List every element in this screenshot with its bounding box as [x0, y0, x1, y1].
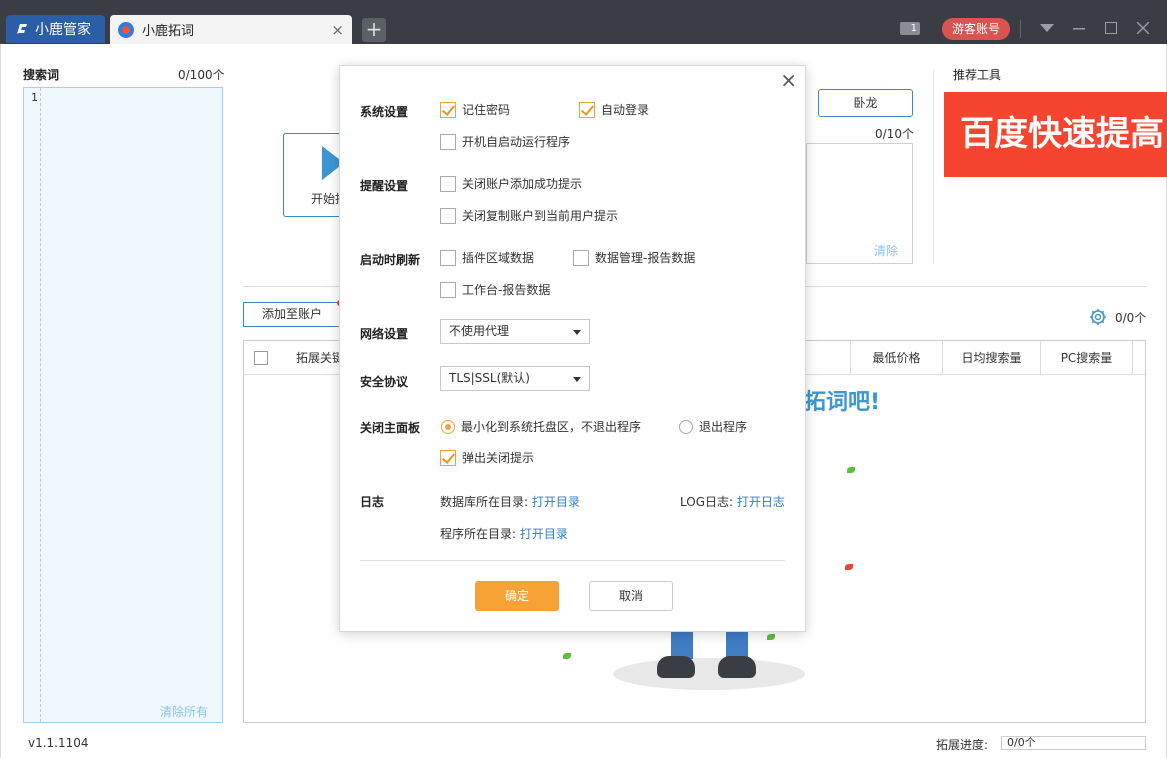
plugin-area-checkbox[interactable]: 插件区域数据	[440, 249, 534, 266]
brand-name: 小鹿管家	[35, 22, 91, 38]
close-add-success-checkbox[interactable]: 关闭账户添加成功提示	[440, 175, 582, 192]
radio-selected[interactable]	[441, 419, 455, 434]
popup-close-tip-checkbox[interactable]: 弹出关闭提示	[440, 449, 534, 466]
maximize-icon[interactable]	[1098, 16, 1124, 42]
empty-state-message: 拓词吧!	[804, 390, 881, 415]
title-bar: 小鹿管家 小鹿拓词 × + 1 游客账号	[0, 0, 1167, 44]
guest-account-button[interactable]: 游客账号	[942, 18, 1010, 40]
new-tab-button[interactable]: +	[362, 18, 386, 42]
open-log-link[interactable]: 打开日志	[737, 495, 785, 509]
leaf-decoration	[845, 564, 853, 570]
close-window-icon[interactable]	[1130, 16, 1156, 42]
close-tab-icon[interactable]: ×	[331, 21, 344, 39]
mascot-leg	[726, 629, 748, 659]
proxy-select[interactable]: 不使用代理	[440, 319, 590, 344]
brand-logo-icon	[17, 24, 27, 34]
recommend-tools-title: 推荐工具	[953, 68, 1002, 82]
checkbox[interactable]	[440, 133, 456, 150]
search-words-input[interactable]: 1 清除所有	[23, 87, 223, 723]
add-to-account-button[interactable]: 添加至账户	[243, 302, 341, 327]
leaf-decoration	[563, 653, 571, 659]
minimize-icon[interactable]	[1066, 16, 1092, 42]
checkbox-checked[interactable]	[440, 101, 456, 118]
protocol-select[interactable]: TLS|SSL(默认)	[440, 366, 590, 391]
column-header[interactable]: 日均搜索量	[942, 341, 1040, 375]
seed-count: 0/10个	[875, 127, 914, 141]
db-dir-row: 数据库所在目录: 打开目录	[440, 495, 580, 509]
open-program-dir-link[interactable]: 打开目录	[520, 527, 568, 541]
clear-all-link[interactable]: 清除所有	[160, 703, 208, 720]
checkbox[interactable]	[440, 207, 456, 224]
radio[interactable]	[679, 419, 693, 434]
mascot-shadow	[613, 658, 805, 690]
mascot-leg	[671, 629, 693, 659]
log-row: LOG日志: 打开日志	[680, 495, 785, 509]
checkbox[interactable]	[440, 281, 456, 298]
checkbox[interactable]	[573, 249, 589, 266]
settings-dialog: × 系统设置 记住密码 自动登录 开机自启动运行程序 提醒设置 关闭账户添加成功…	[339, 65, 806, 632]
reminder-settings-label: 提醒设置	[360, 179, 409, 193]
data-mgmt-report-checkbox[interactable]: 数据管理-报告数据	[573, 249, 695, 266]
network-settings-label: 网络设置	[360, 327, 409, 341]
program-dir-row: 程序所在目录: 打开目录	[440, 527, 568, 541]
open-db-dir-link[interactable]: 打开目录	[532, 495, 580, 509]
clear-link[interactable]: 清除	[874, 242, 898, 259]
checkbox[interactable]	[440, 249, 456, 266]
cancel-button[interactable]: 取消	[589, 581, 673, 611]
minimize-to-tray-radio[interactable]: 最小化到系统托盘区，不退出程序	[441, 418, 641, 435]
ok-button[interactable]: 确定	[475, 581, 559, 611]
checkbox-checked[interactable]	[440, 449, 456, 466]
leaf-decoration	[847, 467, 855, 473]
search-words-title: 搜索词	[23, 68, 60, 82]
progress-bar: 0/0个	[1001, 736, 1146, 750]
close-copy-account-checkbox[interactable]: 关闭复制账户到当前用户提示	[440, 207, 618, 224]
column-header[interactable]: 最低价格	[850, 341, 942, 375]
auto-start-checkbox[interactable]: 开机自启动运行程序	[440, 133, 570, 150]
gear-icon[interactable]	[1089, 308, 1107, 326]
divider	[933, 70, 934, 264]
refresh-on-start-label: 启动时刷新	[360, 253, 421, 267]
progress-label: 拓展进度:	[936, 738, 989, 752]
wolong-button[interactable]: 卧龙	[818, 89, 913, 117]
chevron-down-icon	[573, 377, 581, 382]
leaf-decoration	[767, 634, 775, 640]
mascot-shoe	[657, 656, 695, 678]
security-protocol-label: 安全协议	[360, 375, 409, 389]
line-gutter: 1	[24, 88, 41, 722]
log-label: 日志	[360, 495, 385, 509]
close-icon[interactable]: ×	[780, 70, 797, 90]
auto-login-checkbox[interactable]: 自动登录	[579, 101, 649, 118]
line-number: 1	[31, 91, 38, 104]
column-header[interactable]: PC搜索量	[1040, 341, 1133, 375]
exit-program-radio[interactable]: 退出程序	[679, 418, 747, 435]
checkbox[interactable]	[440, 175, 456, 192]
search-words-count: 0/100个	[178, 68, 225, 82]
result-count: 0/0个	[1115, 311, 1147, 325]
dropdown-menu-icon[interactable]	[1034, 16, 1060, 42]
workbench-report-checkbox[interactable]: 工作台-报告数据	[440, 281, 550, 298]
close-panel-label: 关闭主面板	[360, 421, 421, 435]
app-logo-icon	[118, 21, 134, 38]
remember-password-checkbox[interactable]: 记住密码	[440, 101, 510, 118]
tab-title: 小鹿拓词	[142, 24, 195, 39]
select-all-checkbox[interactable]	[254, 351, 268, 365]
checkbox-checked[interactable]	[579, 101, 595, 118]
divider	[360, 560, 785, 561]
chevron-down-icon	[573, 330, 581, 335]
promo-banner[interactable]: 百度快速提高	[944, 92, 1167, 177]
brand-tab[interactable]: 小鹿管家	[6, 15, 105, 43]
divider	[1020, 20, 1021, 38]
seed-words-box[interactable]: 清除	[806, 143, 913, 264]
system-settings-label: 系统设置	[360, 105, 409, 119]
tab-xiaolu-tuci[interactable]: 小鹿拓词 ×	[110, 15, 352, 44]
version-label: v1.1.1104	[28, 736, 89, 750]
message-badge[interactable]: 1	[900, 22, 920, 35]
mascot-shoe	[718, 656, 756, 678]
